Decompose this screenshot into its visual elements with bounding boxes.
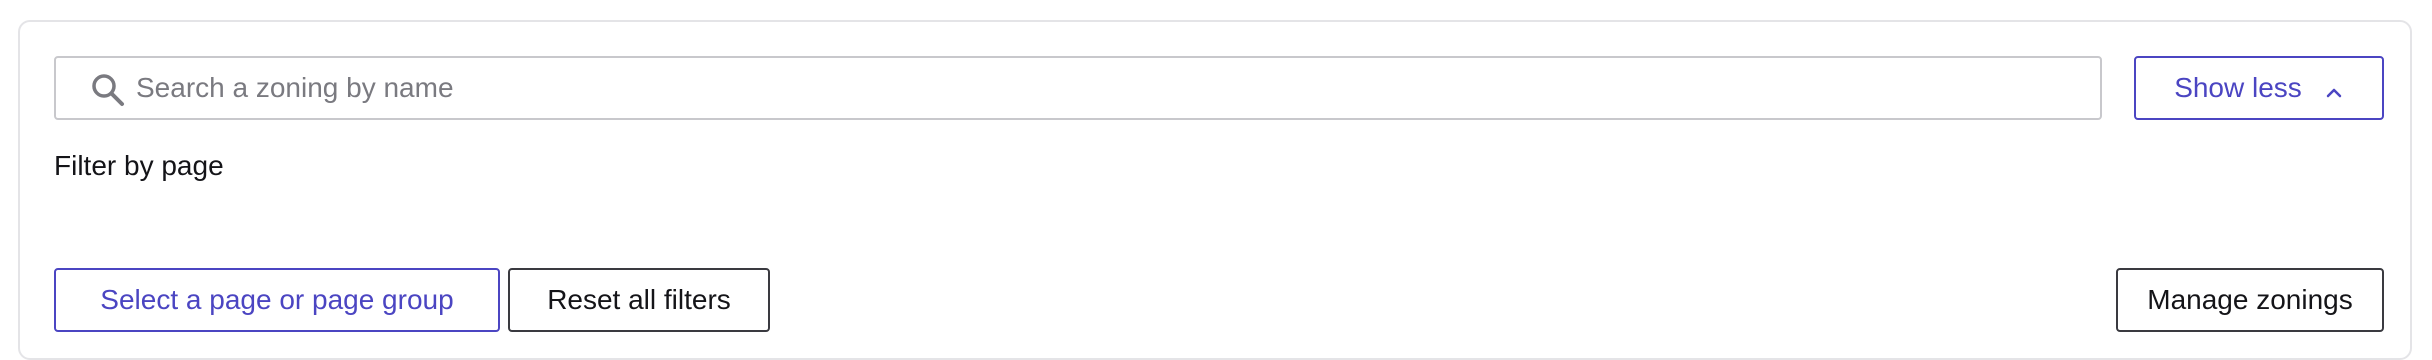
manage-zonings-button[interactable]: Manage zonings xyxy=(2116,268,2384,332)
search-box[interactable] xyxy=(54,56,2102,120)
filter-by-page-label: Filter by page xyxy=(54,150,224,181)
show-less-button[interactable]: Show less xyxy=(2134,56,2384,120)
show-less-label: Show less xyxy=(2174,72,2302,103)
manage-zonings-label: Manage zonings xyxy=(2147,284,2353,315)
reset-filters-label: Reset all filters xyxy=(547,284,731,315)
chevron-up-icon xyxy=(2324,78,2344,98)
zoning-filter-panel: Show less Filter by page Select a page o… xyxy=(18,20,2412,360)
search-icon xyxy=(90,72,126,108)
reset-filters-button[interactable]: Reset all filters xyxy=(508,268,770,332)
select-page-label: Select a page or page group xyxy=(100,284,454,315)
select-page-button[interactable]: Select a page or page group xyxy=(54,268,500,332)
search-input[interactable] xyxy=(136,58,2088,118)
